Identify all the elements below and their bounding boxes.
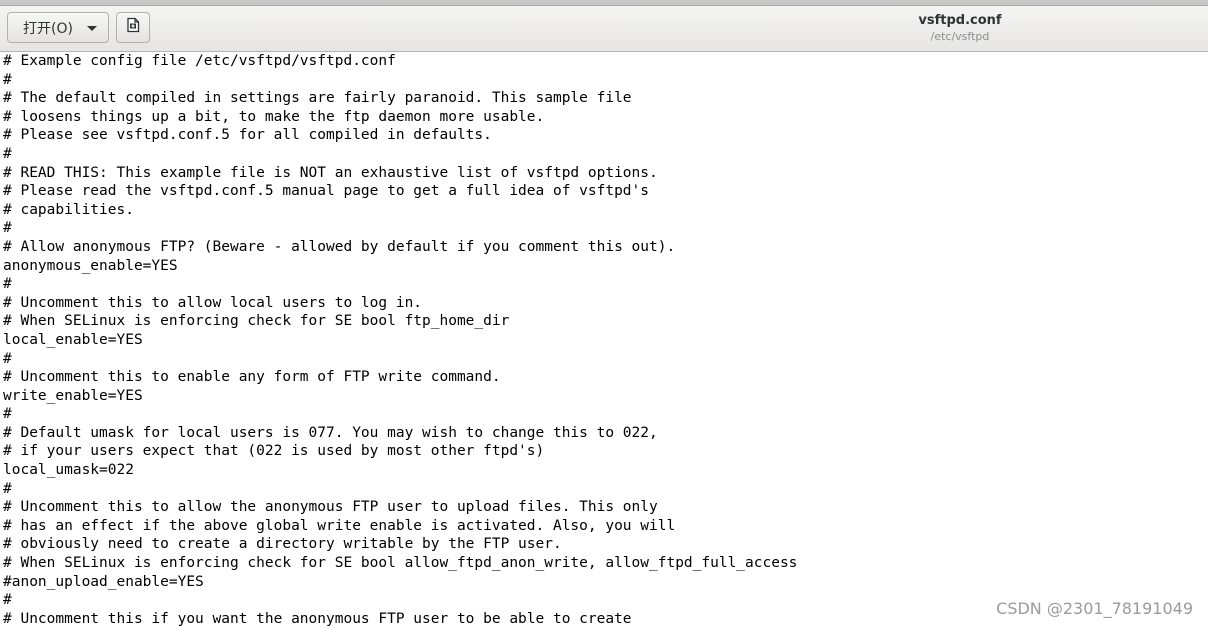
document-path: /etc/vsftpd <box>930 30 990 43</box>
text-line: # <box>3 71 12 88</box>
text-line: # Uncomment this if you want the anonymo… <box>3 610 632 627</box>
document-title: vsftpd.conf <box>918 13 1002 28</box>
new-document-button[interactable] <box>116 12 150 43</box>
text-line: # Please see vsftpd.conf.5 for all compi… <box>3 127 492 144</box>
text-line: # if your users expect that (022 is used… <box>3 443 545 460</box>
text-line: # loosens things up a bit, to make the f… <box>3 108 545 125</box>
window-title-block: vsftpd.conf /etc/vsftpd <box>860 12 1060 45</box>
text-line: # Uncomment this to allow the anonymous … <box>3 499 658 516</box>
text-editor-window: 打开(O) vsftpd.conf /etc/vsftpd # Example … <box>0 0 1208 628</box>
text-line: anonymous_enable=YES <box>3 257 178 274</box>
text-line: # The default compiled in settings are f… <box>3 90 632 107</box>
open-button-label: 打开(O) <box>23 20 73 37</box>
text-line: local_umask=022 <box>3 462 134 479</box>
text-line: # <box>3 276 12 293</box>
text-line: # has an effect if the above global writ… <box>3 517 676 534</box>
text-line: # Allow anonymous FTP? (Beware - allowed… <box>3 238 676 255</box>
text-line: # When SELinux is enforcing check for SE… <box>3 313 510 330</box>
text-line: # Uncomment this to allow local users to… <box>3 294 423 311</box>
new-document-icon <box>125 17 141 38</box>
text-line: # When SELinux is enforcing check for SE… <box>3 555 798 572</box>
text-line: local_enable=YES <box>3 331 143 348</box>
watermark-text: CSDN @2301_78191049 <box>996 599 1193 618</box>
header-bar: 打开(O) vsftpd.conf /etc/vsftpd <box>0 6 1208 52</box>
text-line: # <box>3 350 12 367</box>
document-lines: # Example config file /etc/vsftpd/vsftpd… <box>3 52 797 628</box>
text-area[interactable]: # Example config file /etc/vsftpd/vsftpd… <box>0 52 1208 628</box>
text-line: # Uncomment this to enable any form of F… <box>3 369 501 386</box>
text-line: # <box>3 220 12 237</box>
text-line: # <box>3 145 12 162</box>
text-line: # READ THIS: This example file is NOT an… <box>3 164 658 181</box>
text-line: # Please read the vsftpd.conf.5 manual p… <box>3 183 650 200</box>
text-line: # <box>3 592 12 609</box>
text-line: # Default umask for local users is 077. … <box>3 424 658 441</box>
text-line: #anon_upload_enable=YES <box>3 573 204 590</box>
text-line: # <box>3 480 12 497</box>
text-line: write_enable=YES <box>3 387 143 404</box>
text-line: # obviously need to create a directory w… <box>3 536 562 553</box>
open-button[interactable]: 打开(O) <box>7 12 109 43</box>
chevron-down-icon <box>87 26 97 31</box>
text-line: # <box>3 406 12 423</box>
text-line: # capabilities. <box>3 201 134 218</box>
text-line: # Example config file /etc/vsftpd/vsftpd… <box>3 53 396 69</box>
